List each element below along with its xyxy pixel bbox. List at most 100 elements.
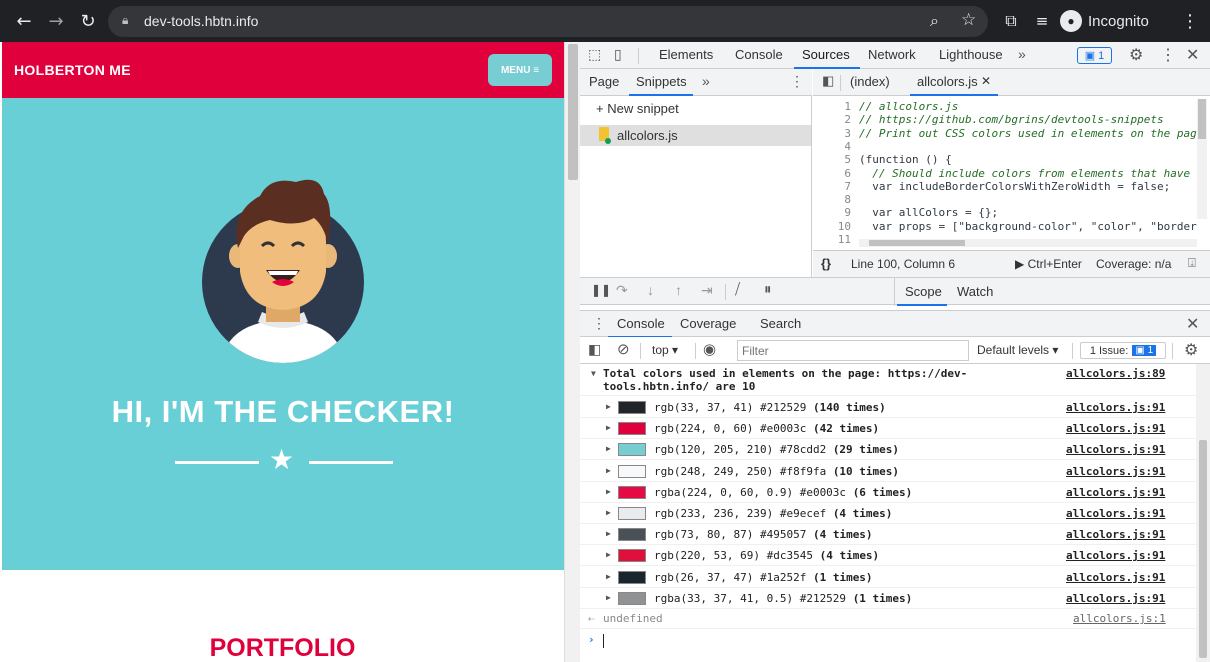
- run-snippet-button[interactable]: ▶ Ctrl+Enter: [1015, 257, 1082, 271]
- console-color-row[interactable]: ▶ rgb(26, 37, 47) #1a252f (1 times) allcol…: [580, 567, 1196, 588]
- close-drawer-icon[interactable]: ✕: [1186, 314, 1199, 334]
- editor-hscrollbar-thumb[interactable]: [869, 240, 965, 246]
- step-into-icon[interactable]: ↓: [647, 282, 654, 298]
- pause-icon[interactable]: ❚❚: [591, 283, 611, 297]
- address-bar[interactable]: 🔒︎ dev-tools.hbtn.info ⌕ ☆: [108, 6, 988, 37]
- close-tab-icon[interactable]: ✕: [981, 74, 991, 88]
- tab-elements[interactable]: Elements: [659, 47, 713, 62]
- drawer-tab-search[interactable]: Search: [760, 316, 801, 331]
- tab-lighthouse[interactable]: Lighthouse: [939, 47, 1003, 62]
- reading-list-icon[interactable]: ≡: [1029, 8, 1055, 34]
- tab-sources[interactable]: Sources: [802, 47, 850, 62]
- expand-triangle-icon[interactable]: ▶: [606, 487, 611, 496]
- code-line[interactable]: 2 // https://github.com/bgrins/devtools-s…: [813, 113, 1210, 126]
- source-link[interactable]: allcolors.js:91: [1066, 528, 1165, 541]
- console-color-row[interactable]: ▶ rgb(224, 0, 60) #e0003c (42 times) allco…: [580, 418, 1196, 440]
- console-prompt[interactable]: ›: [580, 630, 1196, 652]
- device-toolbar-icon[interactable]: ▯: [614, 46, 622, 63]
- source-link[interactable]: allcolors.js:91: [1066, 549, 1165, 562]
- live-expression-eye-icon[interactable]: ◉: [703, 340, 716, 358]
- source-link[interactable]: allcolors.js:91: [1066, 571, 1165, 584]
- expand-triangle-icon[interactable]: ▶: [606, 466, 611, 475]
- reload-icon[interactable]: ↻: [75, 8, 101, 34]
- drawer-more-icon[interactable]: ⋮: [592, 315, 606, 332]
- return-source-link[interactable]: allcolors.js:1: [1073, 612, 1166, 625]
- sidebar-toggle-icon[interactable]: ◧: [588, 341, 601, 358]
- source-link[interactable]: allcolors.js:91: [1066, 401, 1165, 414]
- tab-watch[interactable]: Watch: [957, 284, 993, 299]
- new-snippet-button[interactable]: + New snippet: [596, 101, 679, 116]
- context-selector[interactable]: top ▾: [652, 343, 678, 357]
- log-levels-dropdown[interactable]: Default levels ▾: [977, 343, 1058, 357]
- console-color-row[interactable]: ▶ rgb(233, 236, 239) #e9ecef (4 times) all…: [580, 503, 1196, 524]
- nav-more-icon[interactable]: ⋮: [790, 73, 804, 90]
- console-issues-button[interactable]: 1 Issue: ▣ 1: [1080, 342, 1166, 359]
- console-color-row[interactable]: ▶ rgb(33, 37, 41) #212529 (140 times) allc…: [580, 397, 1196, 418]
- bookmark-star-icon[interactable]: ☆: [961, 10, 976, 30]
- url-text[interactable]: dev-tools.hbtn.info: [144, 13, 258, 29]
- more-menu-icon[interactable]: ⋮: [1177, 8, 1203, 34]
- expand-triangle-icon[interactable]: ▶: [606, 593, 611, 602]
- toggle-debugger-icon[interactable]: ⍗: [1188, 255, 1196, 271]
- clear-console-icon[interactable]: ⊘: [617, 340, 630, 358]
- more-tabs-icon[interactable]: »: [1018, 46, 1026, 62]
- devtools-more-icon[interactable]: ⋮: [1160, 45, 1176, 65]
- expand-triangle-icon[interactable]: ▶: [606, 423, 611, 432]
- incognito-indicator[interactable]: ● Incognito: [1060, 7, 1149, 35]
- zoom-search-icon[interactable]: ⌕: [930, 11, 939, 31]
- console-filter-input[interactable]: [737, 340, 969, 361]
- pretty-print-icon[interactable]: {}: [821, 256, 831, 271]
- tab-scope[interactable]: Scope: [905, 284, 942, 299]
- lock-icon[interactable]: 🔒︎: [122, 13, 128, 28]
- console-color-row[interactable]: ▶ rgba(33, 37, 41, 0.5) #212529 (1 times)…: [580, 588, 1196, 609]
- back-icon[interactable]: ←: [11, 8, 37, 34]
- expand-triangle-icon[interactable]: ▶: [606, 529, 611, 538]
- issues-badge[interactable]: ▣ 1: [1077, 47, 1112, 64]
- source-link[interactable]: allcolors.js:91: [1066, 507, 1165, 520]
- settings-gear-icon[interactable]: ⚙: [1129, 45, 1143, 65]
- editor-scrollbar[interactable]: [1197, 99, 1207, 219]
- console-color-row[interactable]: ▶ rgba(224, 0, 60, 0.9) #e0003c (6 times)…: [580, 482, 1196, 503]
- source-link[interactable]: allcolors.js:91: [1066, 592, 1165, 605]
- snippet-item[interactable]: allcolors.js: [580, 125, 811, 146]
- console-color-row[interactable]: ▶ rgb(220, 53, 69) #dc3545 (4 times) allco…: [580, 545, 1196, 567]
- console-color-row[interactable]: ▶ rgb(248, 249, 250) #f8f9fa (10 times) al…: [580, 461, 1196, 482]
- console-color-row[interactable]: ▶ rgb(120, 205, 210) #78cdd2 (29 times) al…: [580, 439, 1196, 461]
- more-nav-tabs-icon[interactable]: »: [702, 73, 710, 89]
- tab-page[interactable]: Page: [589, 74, 619, 89]
- toggle-navigator-icon[interactable]: ◧: [822, 73, 834, 89]
- close-devtools-icon[interactable]: ✕: [1186, 45, 1199, 65]
- page-scrollbar[interactable]: [564, 42, 580, 662]
- editor-tab-index[interactable]: (index): [850, 74, 890, 89]
- tab-network[interactable]: Network: [868, 47, 916, 62]
- code-line[interactable]: 9 var allColors = {};: [813, 206, 1210, 219]
- console-settings-icon[interactable]: ⚙: [1184, 340, 1198, 360]
- drawer-tab-console[interactable]: Console: [617, 316, 665, 331]
- step-over-icon[interactable]: ↷: [616, 282, 628, 299]
- source-link[interactable]: allcolors.js:89: [1066, 367, 1165, 380]
- console-scrollbar-thumb[interactable]: [1199, 440, 1207, 658]
- code-line[interactable]: 8: [813, 193, 1210, 206]
- code-line[interactable]: 10 var props = ["background-color", "col…: [813, 220, 1210, 233]
- expand-triangle-icon[interactable]: ▶: [606, 444, 611, 453]
- code-line[interactable]: 7 var includeBorderColorsWithZeroWidth =…: [813, 180, 1210, 193]
- editor-tab-allcolors[interactable]: allcolors.js: [917, 74, 978, 89]
- code-line[interactable]: 1 // allcolors.js: [813, 100, 1210, 113]
- code-line[interactable]: 3 // Print out CSS colors used in element…: [813, 127, 1210, 140]
- tab-snippets[interactable]: Snippets: [636, 74, 687, 89]
- source-link[interactable]: allcolors.js:91: [1066, 465, 1165, 478]
- expand-triangle-icon[interactable]: ▶: [606, 572, 611, 581]
- code-editor[interactable]: 1 // allcolors.js 2 // https://github.com/b…: [813, 96, 1210, 248]
- expand-triangle-icon[interactable]: ▶: [606, 508, 611, 517]
- inspect-element-icon[interactable]: ⬚: [588, 46, 601, 63]
- expand-triangle-icon[interactable]: ▶: [606, 550, 611, 559]
- source-link[interactable]: allcolors.js:91: [1066, 422, 1165, 435]
- forward-icon[interactable]: →: [43, 8, 69, 34]
- code-line[interactable]: 4: [813, 140, 1210, 153]
- console-color-row[interactable]: ▶ rgb(73, 80, 87) #495057 (4 times) allcol…: [580, 524, 1196, 546]
- step-icon[interactable]: ⇥: [701, 282, 713, 299]
- code-line[interactable]: 5 (function () {: [813, 153, 1210, 166]
- console-group-header[interactable]: ▼ Total colors used in elements on the p…: [580, 364, 1196, 396]
- drawer-tab-coverage[interactable]: Coverage: [680, 316, 736, 331]
- source-link[interactable]: allcolors.js:91: [1066, 486, 1165, 499]
